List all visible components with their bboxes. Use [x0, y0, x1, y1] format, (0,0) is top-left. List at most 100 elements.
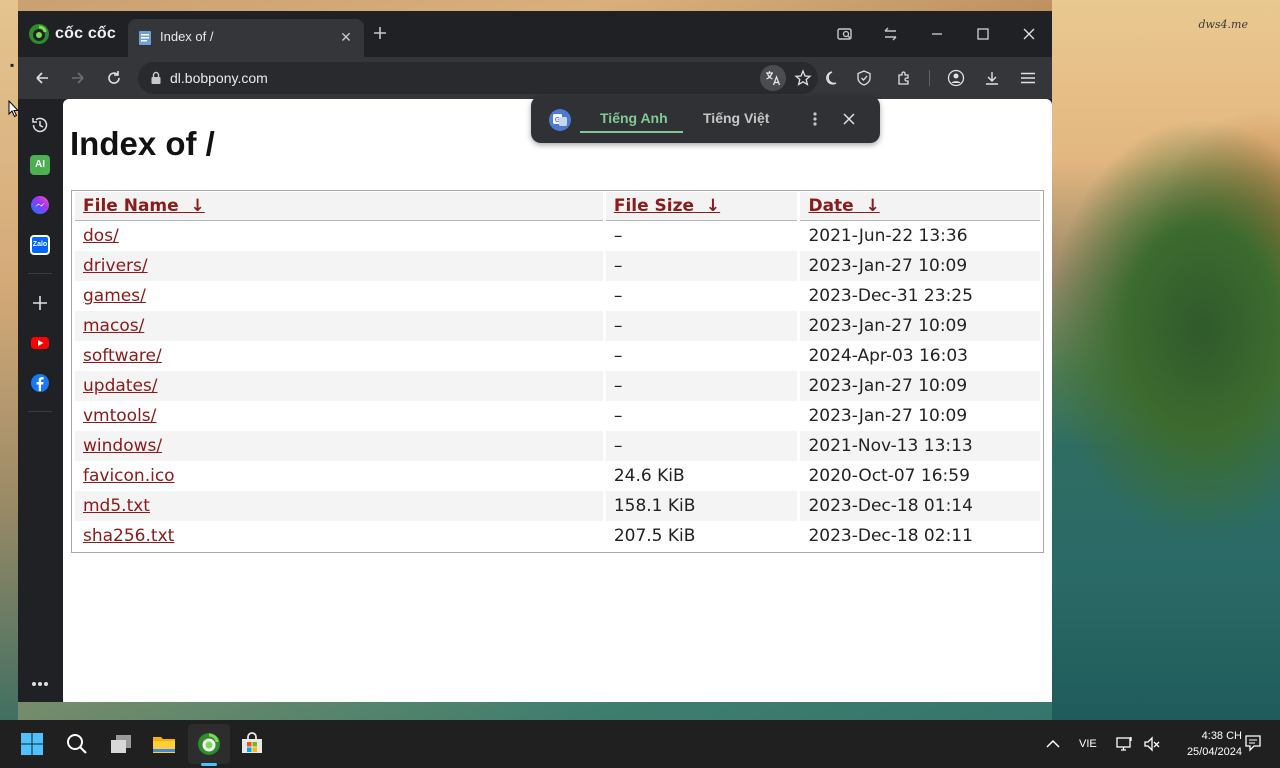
- file-date: 2023-Dec-18 01:14: [800, 491, 1040, 521]
- clock-date: 25/04/2024: [1186, 746, 1242, 758]
- file-size: 158.1 KiB: [605, 491, 798, 521]
- notification-icon[interactable]: [1244, 734, 1262, 752]
- table-row: sha256.txt 207.5 KiB 2023-Dec-18 02:11: [75, 521, 1040, 551]
- youtube-icon[interactable]: [30, 333, 50, 353]
- search-icon[interactable]: [65, 732, 89, 756]
- new-tab-icon[interactable]: [372, 25, 388, 41]
- table-row: updates/ – 2023-Jan-27 10:09: [75, 371, 1040, 401]
- translate-options-icon[interactable]: [808, 110, 822, 128]
- store-icon[interactable]: [240, 732, 264, 756]
- file-link[interactable]: sha256.txt: [83, 526, 174, 546]
- file-link[interactable]: games/: [83, 286, 146, 306]
- network-icon[interactable]: [1115, 734, 1135, 754]
- file-link[interactable]: macos/: [83, 316, 144, 336]
- start-icon[interactable]: [20, 732, 44, 756]
- file-date: 2020-Oct-07 16:59: [808, 466, 970, 486]
- dark-mode-icon[interactable]: [824, 69, 842, 87]
- desktop-wallpaper-right: [1052, 0, 1280, 720]
- sort-by-size-link[interactable]: File Size ↓: [614, 196, 720, 216]
- close-window-icon[interactable]: [1020, 25, 1038, 43]
- extensions-icon[interactable]: [895, 69, 913, 87]
- input-language[interactable]: VIE: [1079, 738, 1097, 750]
- translate-button[interactable]: [760, 65, 786, 91]
- target-language-tab[interactable]: Tiếng Việt: [703, 110, 769, 126]
- reload-icon[interactable]: [105, 69, 123, 87]
- tab-index[interactable]: Index of / ✕: [128, 19, 364, 57]
- profile-icon[interactable]: [947, 69, 965, 87]
- more-icon[interactable]: [31, 681, 49, 687]
- page-content: Index of / File Name ↓ File Size ↓ Date …: [63, 99, 1052, 702]
- url-text[interactable]: dl.bobpony.com: [170, 70, 268, 86]
- tab-switch-icon[interactable]: [882, 25, 900, 43]
- brand-name: cốc cốc: [55, 25, 116, 42]
- translate-icon: [766, 71, 781, 86]
- address-bar[interactable]: dl.bobpony.com: [138, 62, 818, 94]
- file-link[interactable]: vmtools/: [83, 406, 156, 426]
- file-date: 2023-Jan-27 10:09: [800, 311, 1040, 341]
- menu-icon[interactable]: [1019, 69, 1037, 87]
- file-link[interactable]: updates/: [83, 376, 157, 396]
- table-row: vmtools/ – 2023-Jan-27 10:09: [75, 401, 1040, 431]
- browser-logo[interactable]: cốc cốc: [28, 23, 116, 45]
- file-date: 2021-Nov-13 13:13: [800, 431, 1040, 461]
- chevron-up-icon[interactable]: [1043, 734, 1063, 754]
- file-size: –: [613, 346, 623, 366]
- file-link[interactable]: md5.txt: [83, 496, 150, 516]
- source-language-tab[interactable]: Tiếng Anh: [600, 110, 668, 126]
- coccoc-icon[interactable]: [197, 732, 221, 756]
- facebook-icon[interactable]: [30, 373, 50, 393]
- file-link[interactable]: software/: [83, 346, 162, 366]
- minimize-icon[interactable]: [928, 25, 946, 43]
- wallpaper-watermark: dws4.me: [1198, 18, 1248, 31]
- volume-muted-icon[interactable]: [1142, 734, 1162, 754]
- history-icon[interactable]: [30, 115, 50, 135]
- column-date: Date ↓: [800, 192, 1040, 221]
- translate-popup: G Tiếng Anh Tiếng Việt: [531, 96, 880, 143]
- table-row: dos/ – 2021-Jun-22 13:36: [75, 221, 1040, 251]
- file-size: 207.5 KiB: [613, 526, 696, 546]
- file-listing-table: File Name ↓ File Size ↓ Date ↓ dos/ – 20…: [71, 190, 1044, 553]
- sort-by-date-link[interactable]: Date ↓: [808, 196, 879, 216]
- bookmark-star-icon[interactable]: [794, 69, 812, 87]
- search-tabs-icon[interactable]: [836, 25, 854, 43]
- taskbar-active-indicator: [201, 763, 217, 766]
- table-row: md5.txt 158.1 KiB 2023-Dec-18 01:14: [75, 491, 1040, 521]
- mouse-pointer-icon: [8, 100, 20, 118]
- ai-label: AI: [35, 159, 45, 170]
- browser-titlebar: cốc cốc Index of / ✕: [18, 11, 1052, 57]
- maximize-icon[interactable]: [974, 25, 992, 43]
- system-clock[interactable]: 4:38 CH 25/04/2024: [1168, 728, 1242, 760]
- file-size: –: [605, 431, 798, 461]
- ai-icon[interactable]: AI: [30, 155, 50, 175]
- table-row: drivers/ – 2023-Jan-27 10:09: [75, 251, 1040, 281]
- file-link[interactable]: windows/: [83, 436, 162, 456]
- forward-icon[interactable]: [69, 69, 87, 87]
- back-icon[interactable]: [33, 69, 51, 87]
- file-link[interactable]: favicon.ico: [83, 466, 175, 486]
- table-row: software/ – 2024-Apr-03 16:03: [75, 341, 1040, 371]
- tab-close-icon[interactable]: ✕: [338, 29, 354, 45]
- add-app-icon[interactable]: [30, 293, 50, 313]
- download-icon[interactable]: [983, 69, 1001, 87]
- file-size: 24.6 KiB: [613, 466, 685, 486]
- file-date: 2023-Jan-27 10:09: [800, 251, 1040, 281]
- adblock-shield-icon[interactable]: [855, 69, 873, 87]
- file-link[interactable]: dos/: [83, 226, 119, 246]
- file-date: 2024-Apr-03 16:03: [808, 346, 968, 366]
- zalo-icon[interactable]: Zalo: [30, 235, 50, 255]
- table-row: macos/ – 2023-Jan-27 10:09: [75, 311, 1040, 341]
- translate-close-icon[interactable]: [840, 110, 858, 128]
- messenger-icon[interactable]: [30, 195, 50, 215]
- lock-icon[interactable]: [149, 71, 163, 85]
- zalo-label: Zalo: [32, 241, 48, 248]
- browser-toolbar: dl.bobpony.com: [18, 57, 1052, 99]
- file-link[interactable]: drivers/: [83, 256, 148, 276]
- file-explorer-icon[interactable]: [152, 732, 176, 756]
- browser-sidebar: AI Zalo: [18, 99, 62, 702]
- column-file-name: File Name ↓: [75, 192, 603, 221]
- google-translate-icon: G: [549, 109, 571, 131]
- taskbar: VIE 4:38 CH 25/04/2024: [0, 720, 1280, 768]
- task-view-icon[interactable]: [109, 732, 133, 756]
- file-date: 2021-Jun-22 13:36: [808, 226, 968, 246]
- sort-by-name-link[interactable]: File Name ↓: [83, 196, 205, 216]
